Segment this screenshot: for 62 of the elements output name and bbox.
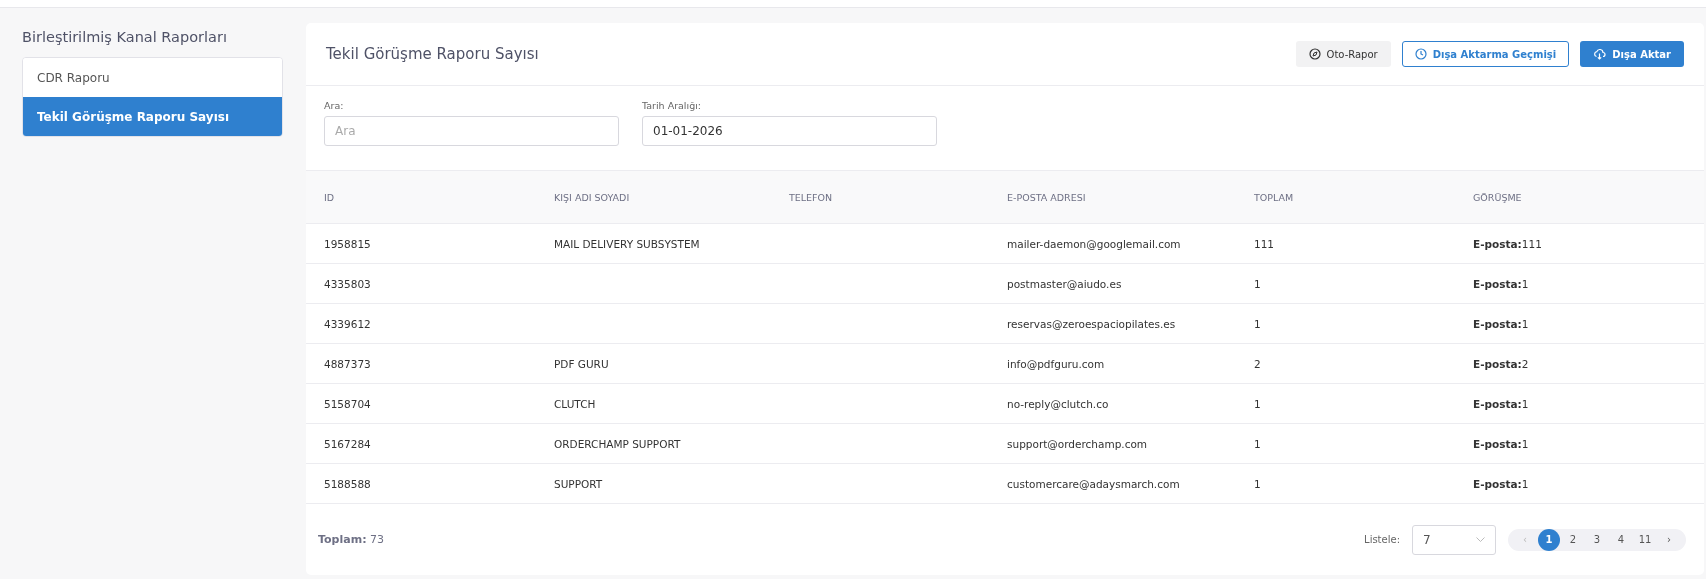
auto-report-button[interactable]: Oto-Rapor [1295, 41, 1391, 67]
panel-title: Tekil Görüşme Raporu Sayısı [326, 45, 540, 63]
table-cell-text: SUPPORT [553, 477, 604, 490]
table-cell-text: info@pdfguru.com [1006, 357, 1106, 370]
table-cell-text: E-posta:1 [1472, 397, 1530, 410]
table-cell-text: 4335803 [323, 277, 372, 290]
table-cell-text: E-posta:1 [1472, 437, 1530, 450]
table-cell-text: E-posta:1 [1472, 317, 1530, 330]
table-cell-text: 1 [1253, 397, 1262, 410]
cloud-download-icon [1593, 48, 1607, 60]
table-cell-text: 1 [1253, 317, 1262, 330]
table-cell-text: E-posta:2 [1472, 357, 1530, 370]
table-cell-text: 4339612 [323, 317, 372, 330]
field-label: Ara: [324, 100, 345, 111]
table-cell-text: E-posta:111 [1472, 237, 1543, 250]
compass-icon [1308, 48, 1321, 60]
table-cell-text: 1958815 [323, 237, 372, 250]
table-cell-text: 1 [1253, 477, 1262, 490]
export-button[interactable]: Dışa Aktar [1580, 41, 1684, 67]
page-size-label: Listele: [1364, 534, 1400, 545]
table-cell-text: postmaster@aiudo.es [1006, 277, 1123, 290]
table-cell-text: E-posta:1 [1472, 277, 1530, 290]
total-count: Toplam: 73 [318, 533, 386, 546]
column-header: TELEFON [788, 191, 834, 203]
page-button[interactable]: 11 [1634, 528, 1656, 551]
table-cell-text: 2 [1253, 357, 1262, 370]
sidebar-item[interactable]: Tekil Görüşme Raporu Sayısı [23, 97, 282, 136]
chevron-down-icon [1476, 537, 1485, 542]
column-header: ID [323, 191, 336, 203]
search-field[interactable]: Ara [324, 116, 619, 146]
table-cell-text: 5188588 [323, 477, 372, 490]
page-button[interactable]: 2 [1562, 528, 1584, 551]
table-cell-text: MAIL DELIVERY SUBSYSTEM [553, 237, 701, 250]
date-range-field[interactable]: 01-01-2026 [642, 116, 937, 146]
column-header: KIŞI ADI SOYADI [553, 191, 631, 203]
table-cell-text: 1 [1253, 437, 1262, 450]
table-cell-text: support@orderchamp.com [1006, 437, 1149, 450]
table-cell-text: 111 [1253, 237, 1276, 250]
page-button[interactable]: 4 [1610, 528, 1632, 551]
column-header: GÖRÜŞME [1472, 191, 1523, 203]
field-label: Tarih Aralığı: [642, 100, 702, 111]
page-size-select[interactable]: 7 [1412, 524, 1496, 555]
table-cell-text: 1 [1253, 277, 1262, 290]
table-cell-text: customercare@adaysmarch.com [1006, 477, 1181, 490]
export-history-button[interactable]: Dışa Aktarma Geçmişi [1401, 41, 1570, 67]
table-cell-text: PDF GURU [553, 357, 610, 370]
column-header: TOPLAM [1253, 191, 1295, 203]
table-cell-text: mailer-daemon@googlemail.com [1006, 237, 1182, 250]
table-cell-text: ORDERCHAMP SUPPORT [553, 437, 682, 450]
table-cell-text: reservas@zeroespaciopilates.es [1006, 317, 1177, 330]
table-cell-text: 5158704 [323, 397, 372, 410]
table-cell-text: CLUTCH [553, 397, 597, 410]
table-cell-text: no-reply@clutch.co [1006, 397, 1110, 410]
page-button[interactable]: 3 [1586, 528, 1608, 551]
table-cell-text: 4887373 [323, 357, 372, 370]
column-header: E-POSTA ADRESI [1006, 191, 1087, 203]
sidebar-title: Birleştirilmiş Kanal Raporları [22, 29, 228, 45]
table-cell-text: E-posta:1 [1472, 477, 1530, 490]
table-cell-text: 5167284 [323, 437, 372, 450]
clock-icon [1414, 48, 1427, 60]
page-button[interactable]: 1 [1538, 528, 1560, 551]
next-page-button[interactable]: › [1658, 528, 1680, 551]
